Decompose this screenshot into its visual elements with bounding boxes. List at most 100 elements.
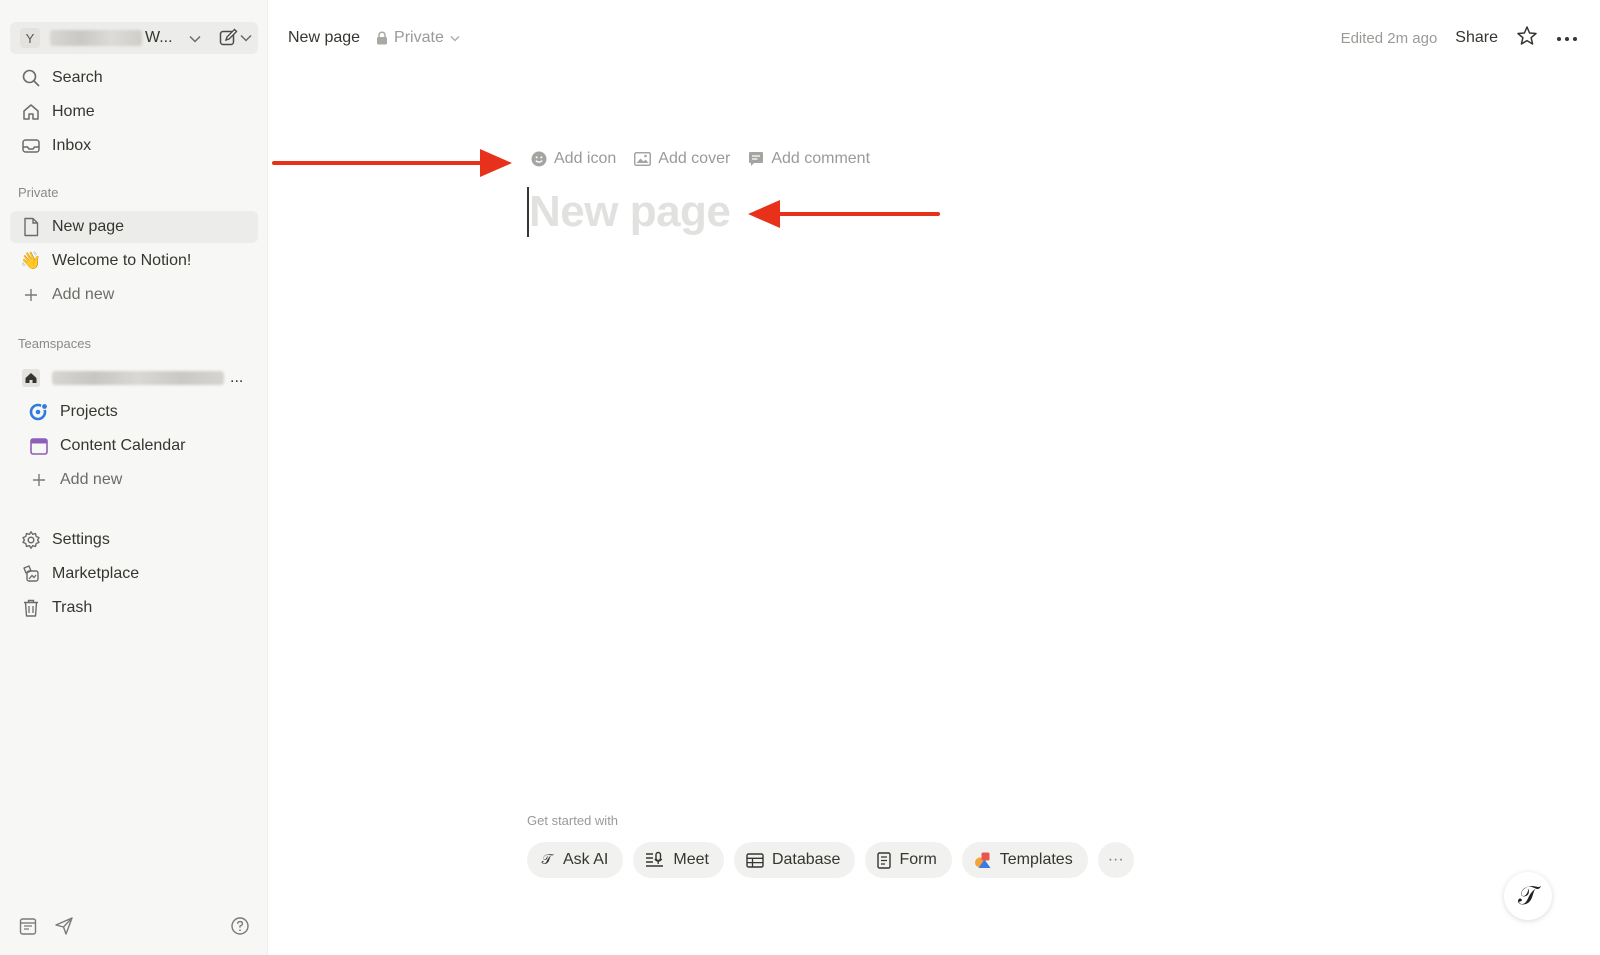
add-icon-label: Add icon xyxy=(554,150,617,167)
sidebar-item-content-calendar[interactable]: Content Calendar xyxy=(10,430,258,462)
sidebar-item-teamspace[interactable]: ... xyxy=(10,362,258,394)
more-options-icon[interactable] xyxy=(1556,29,1578,47)
ai-icon: 𝒯 xyxy=(541,852,553,868)
sidebar-item-marketplace[interactable]: Marketplace xyxy=(10,558,258,590)
database-button[interactable]: Database xyxy=(733,842,856,878)
add-cover-button[interactable]: Add cover xyxy=(634,150,730,168)
add-cover-label: Add cover xyxy=(658,150,731,167)
sidebar-footer xyxy=(18,916,250,941)
plus-icon xyxy=(28,469,50,491)
section-label-private[interactable]: Private xyxy=(18,185,58,200)
edited-timestamp[interactable]: Edited 2m ago xyxy=(1341,30,1438,47)
gear-icon xyxy=(20,529,42,551)
compose-icon xyxy=(219,28,238,46)
workspace-name-redacted xyxy=(50,30,142,46)
add-comment-label: Add comment xyxy=(771,150,871,167)
sidebar-item-label: Search xyxy=(52,69,103,86)
home-icon xyxy=(20,101,42,123)
annotation-arrow-right xyxy=(272,149,512,177)
lock-icon xyxy=(377,31,388,45)
ask-ai-button[interactable]: 𝒯 Ask AI xyxy=(527,842,624,878)
chip-label: Meet xyxy=(673,851,709,868)
calendar-icon xyxy=(28,435,50,457)
sidebar-item-label: Add new xyxy=(60,471,123,488)
help-icon[interactable] xyxy=(230,916,250,941)
plus-icon xyxy=(20,284,42,306)
chevron-down-icon xyxy=(450,35,460,41)
sidebar-item-label: Projects xyxy=(60,403,118,420)
projects-icon xyxy=(28,401,50,423)
page-title-placeholder[interactable]: New page xyxy=(529,187,731,237)
sidebar-item-home[interactable]: Home xyxy=(10,96,258,128)
annotation-arrow-left xyxy=(748,200,940,228)
section-label-teamspaces[interactable]: Teamspaces xyxy=(18,336,91,351)
form-icon xyxy=(877,851,892,869)
chip-label: Ask AI xyxy=(563,851,609,868)
templates-button[interactable]: Templates xyxy=(961,842,1088,878)
sidebar-item-label: Content Calendar xyxy=(60,437,186,454)
sidebar-item-trash[interactable]: Trash xyxy=(10,592,258,624)
calendar-app-icon[interactable] xyxy=(18,916,38,941)
add-comment-button[interactable]: Add comment xyxy=(748,150,870,168)
page-icon xyxy=(20,216,42,238)
sidebar-item-new-page[interactable]: New page xyxy=(10,211,258,243)
sidebar-item-settings[interactable]: Settings xyxy=(10,524,258,556)
topbar-actions: Edited 2m ago Share xyxy=(1341,25,1600,52)
meet-icon xyxy=(646,851,664,867)
teamspace-ellipsis: ... xyxy=(230,369,244,386)
sidebar-item-welcome[interactable]: 👋 Welcome to Notion! xyxy=(10,245,258,277)
sidebar-item-label: Trash xyxy=(52,599,93,616)
trash-icon xyxy=(20,597,42,619)
chevron-down-icon[interactable] xyxy=(189,31,201,46)
get-started-label: Get started with xyxy=(527,813,619,828)
waving-hand-icon: 👋 xyxy=(20,251,42,270)
marketplace-icon xyxy=(20,563,42,585)
workspace-name-suffix: W... xyxy=(145,29,173,46)
chip-label: Database xyxy=(771,851,841,868)
workspace-avatar: Y xyxy=(20,28,40,48)
sidebar-item-add-new-private[interactable]: Add new xyxy=(10,279,258,311)
chevron-down-icon xyxy=(240,34,252,42)
new-page-button[interactable] xyxy=(218,28,252,48)
more-templates-button[interactable]: ··· xyxy=(1097,842,1134,878)
sidebar-item-add-new-teamspace[interactable]: Add new xyxy=(10,464,258,496)
sidebar-item-label: Marketplace xyxy=(52,565,140,582)
topbar: New page Private Edited 2m ago Share xyxy=(268,22,1600,54)
sidebar-item-search[interactable]: Search xyxy=(10,62,258,94)
star-icon[interactable] xyxy=(1516,25,1538,52)
page-header-actions: Add icon Add cover Add comment xyxy=(531,150,870,168)
sidebar-item-label: New page xyxy=(52,218,125,235)
teamspace-name-redacted xyxy=(52,371,224,385)
meet-button[interactable]: Meet xyxy=(633,842,724,878)
image-icon xyxy=(634,152,652,166)
sidebar-item-inbox[interactable]: Inbox xyxy=(10,130,258,162)
share-button[interactable]: Share xyxy=(1455,29,1498,47)
workspace-switcher[interactable]: Y W... xyxy=(10,22,258,54)
sidebar-item-label: Home xyxy=(52,103,95,120)
teamspace-home-icon xyxy=(20,367,42,389)
inbox-icon xyxy=(20,135,42,157)
more-icon: ··· xyxy=(1107,851,1124,868)
sidebar-item-label: Welcome to Notion! xyxy=(52,252,192,269)
page-title-area[interactable]: New page xyxy=(527,186,731,238)
sidebar: Y W... Search Home Inbox Private New pag… xyxy=(0,0,268,955)
notion-ai-button[interactable]: 𝒯 xyxy=(1504,872,1552,920)
privacy-label: Private xyxy=(394,29,444,46)
templates-icon xyxy=(974,852,991,868)
sidebar-item-label: Add new xyxy=(52,286,115,303)
sidebar-item-projects[interactable]: Projects xyxy=(10,396,258,428)
sidebar-item-label: Settings xyxy=(52,531,110,548)
ai-face-icon: 𝒯 xyxy=(1518,880,1538,911)
privacy-menu[interactable]: Private xyxy=(376,29,460,47)
chip-label: Form xyxy=(899,851,937,868)
breadcrumb[interactable]: New page xyxy=(288,29,360,47)
table-icon xyxy=(746,852,764,868)
smiley-icon xyxy=(531,151,547,167)
add-icon-button[interactable]: Add icon xyxy=(531,150,616,168)
get-started-chips: 𝒯 Ask AI Meet Database Form Templates ··… xyxy=(527,842,1134,878)
chip-label: Templates xyxy=(999,851,1073,868)
sidebar-item-label: Inbox xyxy=(52,137,92,154)
form-button[interactable]: Form xyxy=(865,842,952,878)
send-icon[interactable] xyxy=(54,916,74,941)
search-icon xyxy=(20,67,42,89)
